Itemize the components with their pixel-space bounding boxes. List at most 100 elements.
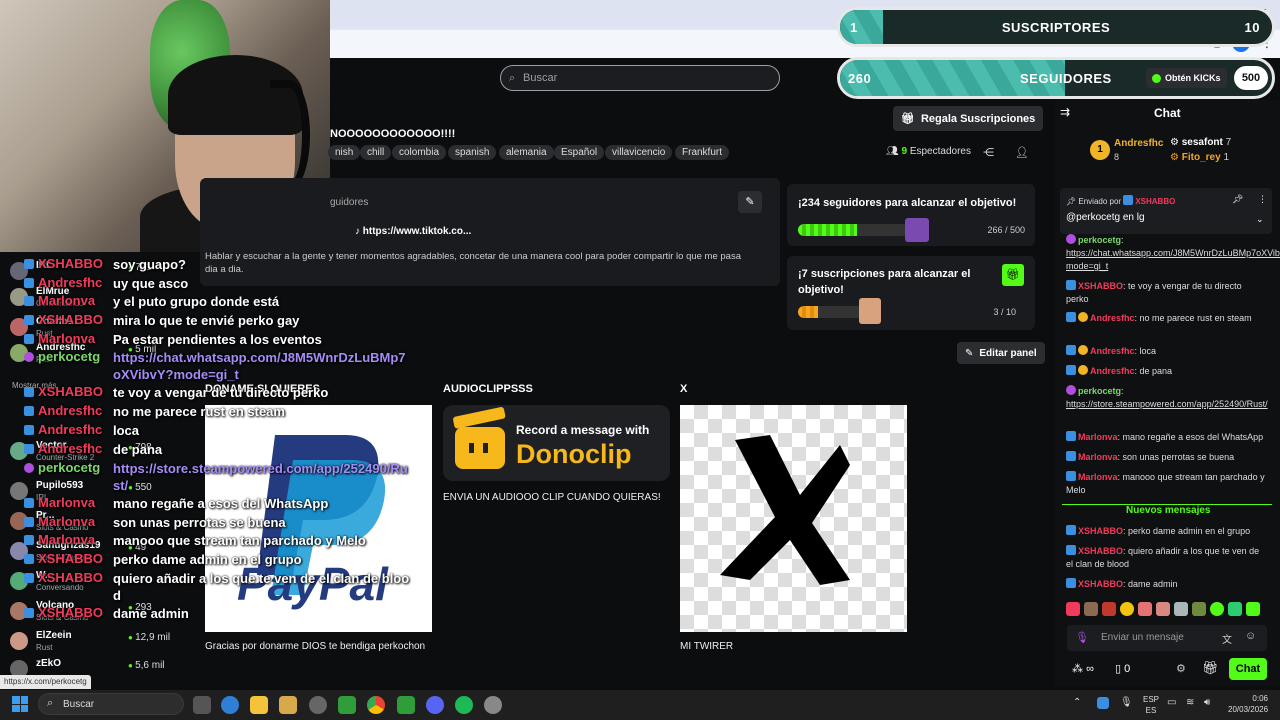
gift-icon: 🎁︎ [901, 113, 915, 125]
chat-username[interactable]: XSHABBO [1078, 546, 1123, 556]
emote-icon[interactable] [1102, 602, 1116, 616]
mic-icon[interactable]: 🎙︎ [1075, 631, 1089, 644]
language-indicator[interactable]: ESP ES [1143, 694, 1159, 716]
chat-username[interactable]: perkocetg [1078, 386, 1121, 396]
gift-subs-button[interactable]: 🎁︎ Regala Suscripciones [893, 106, 1044, 131]
tag-chip[interactable]: Frankfurt [675, 145, 730, 160]
chat-username[interactable]: Andresfhc [1090, 346, 1135, 356]
emote-icon[interactable] [1066, 602, 1080, 616]
top-supporter-3[interactable]: ⚙ Fito_rey 1 [1170, 152, 1229, 163]
overlay-chat-text[interactable]: https://chat.whatsapp.com/J8M5WnrDzLuBMp… [113, 349, 413, 383]
emote-icon[interactable] [1084, 602, 1098, 616]
tag-chip[interactable]: alemania [499, 145, 554, 160]
tray-chevron-up-icon[interactable]: ⌃ [1073, 697, 1081, 708]
top-supporter-2[interactable]: ⚙ sesafont 7 [1170, 137, 1231, 148]
file-explorer-icon[interactable] [250, 696, 268, 714]
volume-icon[interactable]: 🔊︎ [1204, 697, 1210, 708]
gift-icon[interactable]: 🎁︎ [1002, 264, 1024, 286]
translate-icon[interactable]: 文 [1222, 631, 1232, 646]
overlay-chat-text[interactable]: https://store.steampowered.com/app/25249… [113, 460, 413, 494]
pin-icon[interactable]: 📌︎ [1232, 194, 1243, 205]
goal-avatar [859, 298, 881, 324]
chat-username[interactable]: XSHABBO [1078, 579, 1123, 589]
overlay-chat-text: manooo que stream tan parchado y Melo [113, 533, 366, 548]
settings-icon[interactable] [484, 696, 502, 714]
chat-username[interactable]: Marlonva [1078, 452, 1118, 462]
edit-panel-button[interactable]: ✎ Editar panel [957, 342, 1045, 364]
taskbar-search[interactable]: ⌕ Buscar [38, 693, 184, 715]
emote-icon[interactable] [1210, 602, 1224, 616]
top-supporter-rank: 1 [1090, 140, 1110, 160]
chat-username[interactable]: XSHABBO [1078, 526, 1123, 536]
tag-chip[interactable]: Español [554, 145, 605, 160]
emote-icon[interactable] [1120, 602, 1134, 616]
chat-username[interactable]: Andresfhc [1090, 313, 1135, 323]
edit-icon[interactable]: ✎ [738, 191, 762, 213]
search-input[interactable]: ⌕ Buscar [500, 65, 780, 91]
chat-username[interactable]: Marlonva [1078, 432, 1118, 442]
top-supporter-1[interactable]: Andresfhc [1114, 138, 1163, 149]
spotify-icon[interactable] [455, 696, 473, 714]
windows-start-icon[interactable] [12, 696, 28, 712]
xbox-icon[interactable] [338, 696, 356, 714]
chat-text[interactable]: https://chat.whatsapp.com/J8M5WnrDzLuBMp… [1066, 248, 1280, 271]
emote-icon[interactable] [1156, 602, 1170, 616]
obs-icon[interactable] [309, 696, 327, 714]
viewers-number: 9 [901, 146, 908, 157]
channel-row[interactable]: ElZeein Rust 12,9 mil [10, 628, 200, 656]
chat-message: perkocetg: https://store.steampowered.co… [1066, 385, 1268, 409]
task-view-icon[interactable] [193, 696, 211, 714]
tag-chip[interactable]: nish [328, 145, 361, 160]
tray-mic-icon[interactable]: 🎙︎ [1120, 697, 1133, 708]
emote-icon[interactable] [1246, 602, 1260, 616]
overlay-chat-message: perkocetg https://store.steampowered.com/… [0, 460, 420, 493]
top-supporter-2-name: sesafont [1181, 137, 1223, 148]
tiktok-link[interactable]: ♪ https://www.tiktok.co... [355, 226, 471, 237]
chat-text[interactable]: https://store.steampowered.com/app/25249… [1066, 399, 1268, 409]
channel-points[interactable]: ⁂ ∞ [1072, 662, 1094, 675]
emote-icon[interactable] [1138, 602, 1152, 616]
edge-icon[interactable] [221, 696, 239, 714]
wifi-icon[interactable]: ≋ [1186, 697, 1194, 708]
donoclip-panel-image[interactable]: Record a message with Donoclip [443, 405, 670, 481]
more-icon[interactable]: ⋮ [1258, 194, 1267, 205]
network-icon[interactable]: ▭ [1167, 697, 1176, 708]
supporter-badge-icon [1078, 345, 1088, 355]
chrome-icon[interactable] [367, 696, 385, 714]
emoji-icon[interactable]: ☺ [1245, 630, 1256, 642]
tag-chip[interactable]: villavicencio [605, 145, 673, 160]
chat-username[interactable]: Marlonva [1078, 472, 1118, 482]
x-panel-image[interactable] [680, 405, 907, 632]
chat-text: perko dame admin en el grupo [1128, 526, 1251, 536]
emote-icon[interactable] [1228, 602, 1242, 616]
kicks-counter[interactable]: ▯ 0 [1115, 662, 1130, 675]
media-icon[interactable] [279, 696, 297, 714]
get-kicks-button[interactable]: Obtén KICKs [1146, 68, 1227, 88]
pinned-by-user: XSHABBO [1135, 197, 1176, 206]
subs-goal-bar-fill [798, 306, 818, 318]
tray-app-icon[interactable] [1097, 697, 1109, 709]
tag-chip[interactable]: chill [360, 145, 392, 160]
language-secondary: ES [1145, 706, 1157, 715]
emote-icon[interactable] [1174, 602, 1188, 616]
chat-input[interactable]: 🎙︎ Enviar un mensaje 文 ☺ [1067, 625, 1267, 651]
overlay-chat-text: Pa estar pendientes a los eventos [113, 332, 322, 347]
share-icon[interactable]: ⋲ [983, 146, 994, 159]
tag-chip[interactable]: spanish [448, 145, 497, 160]
collapse-chat-icon[interactable]: ⇉ [1060, 105, 1070, 119]
clock[interactable]: 0:06 20/03/2026 [1228, 693, 1268, 715]
emote-icon[interactable] [1192, 602, 1206, 616]
chat-username[interactable]: Andresfhc [1090, 366, 1135, 376]
tag-chip[interactable]: colombia [392, 145, 447, 160]
chat-username[interactable]: perkocetg [1078, 235, 1121, 245]
gift-icon[interactable]: 🎁︎ [1202, 660, 1219, 676]
follow-user-icon[interactable]: 👤︎ [1015, 146, 1029, 159]
discord-icon[interactable] [426, 696, 444, 714]
overlay-chat-text: dame admin [113, 606, 189, 621]
channel-viewers: 5,6 mil [128, 660, 164, 671]
chat-username[interactable]: XSHABBO [1078, 281, 1123, 291]
gear-icon[interactable]: ⚙ [1176, 662, 1186, 675]
send-chat-button[interactable]: Chat [1229, 658, 1267, 680]
xbox-app-icon[interactable] [397, 696, 415, 714]
chevron-down-icon[interactable]: ⌄ [1256, 214, 1264, 225]
